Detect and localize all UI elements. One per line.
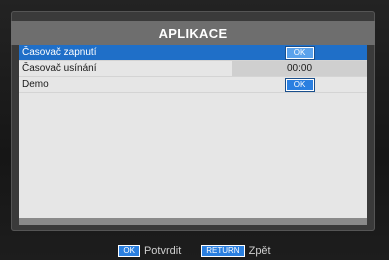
menu-item-sleep-timer[interactable]: Časovač usínání 00:00 (19, 61, 367, 77)
menu-list: Časovač zapnutí OK Časovač usínání 00:00… (19, 45, 367, 93)
menu-item-power-on-timer[interactable]: Časovač zapnutí OK (19, 45, 367, 61)
menu-panel: Časovač zapnutí OK Časovač usínání 00:00… (19, 45, 367, 225)
menu-item-value: OK (232, 45, 367, 60)
menu-item-value: OK (232, 77, 367, 92)
panel-footer-bar (19, 218, 367, 225)
back-hint: RETURN Zpět (201, 245, 271, 257)
menu-item-label: Časovač zapnutí (22, 47, 97, 58)
return-key-icon: RETURN (201, 245, 245, 257)
sleep-timer-value: 00:00 (232, 61, 367, 76)
menu-item-label: Demo (22, 79, 49, 90)
back-label: Zpět (248, 245, 271, 257)
ok-button[interactable]: OK (285, 78, 314, 91)
applications-dialog: APLIKACE Časovač zapnutí OK Časovač usín… (11, 11, 375, 231)
ok-button[interactable]: OK (285, 46, 314, 59)
key-hints-bar: OK Potvrdit RETURN Zpět (0, 245, 389, 260)
menu-item-demo[interactable]: Demo OK (19, 77, 367, 93)
menu-item-label: Časovač usínání (22, 63, 97, 74)
dialog-title: APLIKACE (11, 21, 375, 45)
confirm-hint: OK Potvrdit (118, 245, 181, 257)
confirm-label: Potvrdit (143, 245, 182, 257)
ok-key-icon: OK (118, 245, 140, 257)
